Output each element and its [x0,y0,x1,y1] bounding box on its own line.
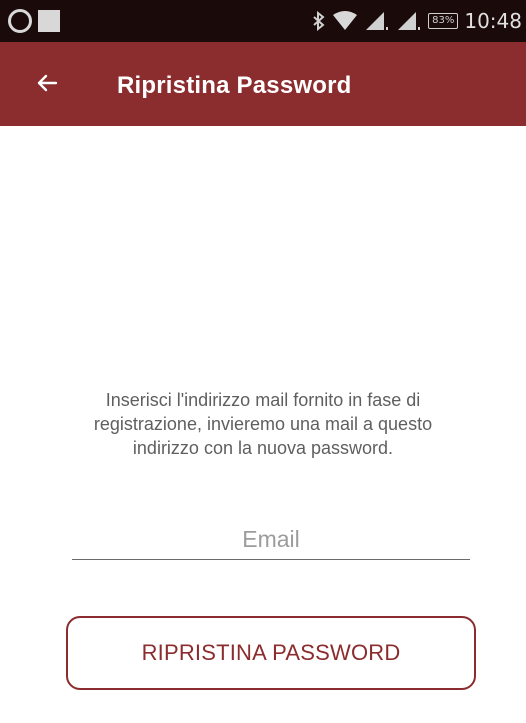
signal-icon [396,11,422,31]
reset-password-button[interactable]: RIPRISTINA PASSWORD [66,616,476,690]
wifi-icon [332,11,358,31]
arrow-left-icon [35,71,59,100]
bluetooth-icon [312,11,326,31]
clock: 10:48 [464,9,522,33]
page-title: Ripristina Password [117,72,352,99]
signal-icon [364,11,390,31]
app-bar: Ripristina Password [0,42,526,126]
square-icon [38,10,60,32]
email-field[interactable] [72,520,470,560]
status-bar: 83% 10:48 [0,0,526,42]
record-icon [8,9,32,33]
battery-icon: 83% [428,13,459,29]
status-left [8,6,60,36]
back-button[interactable] [30,68,64,102]
instructions-text: Inserisci l'indirizzo mail fornito in fa… [93,390,433,458]
status-right: 83% 10:48 [312,6,522,36]
